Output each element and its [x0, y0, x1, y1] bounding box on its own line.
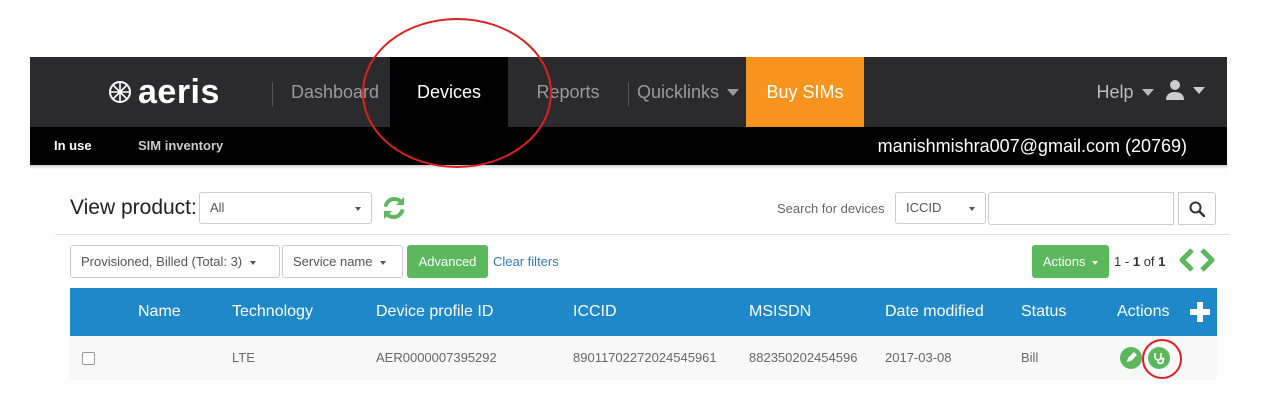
nav-separator — [628, 82, 629, 106]
actions-button[interactable]: Actions — [1032, 245, 1109, 278]
table-row: LTE AER0000007395292 8901170227202454596… — [70, 336, 1217, 380]
cell-date: 2017-03-08 — [885, 350, 952, 365]
refresh-icon[interactable] — [380, 194, 408, 222]
pager-sep: - — [1124, 254, 1130, 269]
plus-icon[interactable] — [1188, 300, 1212, 324]
chevron-down-icon — [969, 207, 975, 211]
subnav-in-use-label: In use — [54, 138, 92, 153]
edit-button[interactable] — [1120, 347, 1142, 369]
product-select[interactable]: All — [199, 192, 372, 224]
clear-filters-link[interactable]: Clear filters — [493, 254, 559, 269]
search-button[interactable] — [1178, 192, 1216, 225]
chevron-down-icon — [1092, 260, 1099, 265]
nav-separator — [272, 82, 273, 106]
pager-of-word: of — [1143, 254, 1155, 269]
search-field-value: ICCID — [906, 200, 942, 215]
subnav-sim-inventory[interactable]: SIM inventory — [138, 127, 223, 165]
cell-profile-id: AER0000007395292 — [376, 350, 497, 365]
col-msisdn[interactable]: MSISDN — [749, 288, 811, 336]
search-icon — [1189, 201, 1205, 217]
annotation-circle — [362, 18, 552, 168]
logo-text: aeris — [138, 73, 220, 111]
cell-technology: LTE — [232, 350, 255, 365]
service-filter-label: Service name — [293, 254, 373, 269]
chevron-down-icon — [355, 207, 361, 211]
pager-total: 1 — [1158, 254, 1166, 269]
chevron-down-icon — [727, 88, 740, 96]
top-navbar: aeris Dashboard Devices Reports Quicklin… — [30, 57, 1227, 127]
col-status[interactable]: Status — [1021, 288, 1066, 336]
nav-quicklinks[interactable]: Quicklinks — [630, 57, 746, 127]
col-device-profile-id[interactable]: Device profile ID — [376, 288, 493, 336]
sub-navbar: In use SIM inventory manishmishra007@gma… — [30, 127, 1227, 165]
nav-quicklinks-label: Quicklinks — [636, 81, 720, 102]
chevron-left-icon[interactable] — [1179, 248, 1194, 272]
pager-arrows — [1179, 248, 1215, 272]
pager-from: 1 — [1114, 254, 1122, 269]
nav-help-label: Help — [1096, 81, 1134, 102]
user-icon — [1166, 80, 1184, 100]
globe-logo-icon — [109, 81, 131, 103]
search-input[interactable] — [988, 192, 1174, 225]
pager-to: 1 — [1132, 254, 1141, 269]
col-name[interactable]: Name — [138, 288, 181, 336]
col-iccid[interactable]: ICCID — [573, 288, 617, 336]
col-technology[interactable]: Technology — [232, 288, 313, 336]
actions-button-label: Actions — [1042, 254, 1086, 269]
service-filter[interactable]: Service name — [282, 245, 403, 278]
cell-msisdn: 882350202454596 — [749, 350, 858, 365]
subnav-in-use[interactable]: In use — [54, 127, 92, 165]
view-product-label: View product: — [70, 196, 197, 219]
chevron-down-icon — [249, 260, 256, 265]
chevron-down-icon — [380, 260, 387, 265]
chevron-down-icon — [1193, 86, 1205, 94]
chevron-down-icon — [1141, 88, 1154, 96]
product-select-value: All — [210, 200, 225, 215]
chevron-right-icon[interactable] — [1200, 248, 1215, 272]
account-info: manishmishra007@gmail.com (20769) — [877, 136, 1187, 156]
search-field-select[interactable]: ICCID — [895, 192, 986, 224]
edit-icon — [1127, 352, 1137, 362]
subnav-sim-inventory-label: SIM inventory — [138, 138, 224, 153]
advanced-button[interactable]: Advanced — [407, 245, 488, 278]
search-label: Search for devices — [777, 201, 885, 216]
col-actions: Actions — [1117, 303, 1170, 320]
advanced-button-label: Advanced — [418, 254, 477, 269]
subnav-shadow — [30, 165, 1227, 169]
divider — [55, 234, 1230, 235]
table-header: Name Technology Device profile ID ICCID … — [70, 288, 1217, 336]
row-checkbox[interactable] — [82, 352, 95, 365]
nav-buy-sims[interactable]: Buy SIMs — [746, 57, 864, 127]
status-filter[interactable]: Provisioned, Billed (Total: 3) — [70, 245, 280, 278]
aeris-logo[interactable]: aeris — [108, 73, 220, 111]
nav-help[interactable]: Help — [1085, 57, 1165, 127]
pagination-info: 1 - 1 of 1 — [1114, 254, 1165, 269]
cell-iccid[interactable]: 89011702272024545961 — [573, 336, 717, 380]
nav-buy-sims-label: Buy SIMs — [766, 81, 844, 102]
status-filter-label: Provisioned, Billed (Total: 3) — [81, 254, 243, 269]
cell-status: Bill — [1021, 350, 1039, 365]
user-menu[interactable] — [1165, 79, 1205, 101]
annotation-circle — [1142, 339, 1182, 379]
col-date-modified[interactable]: Date modified — [885, 288, 984, 336]
